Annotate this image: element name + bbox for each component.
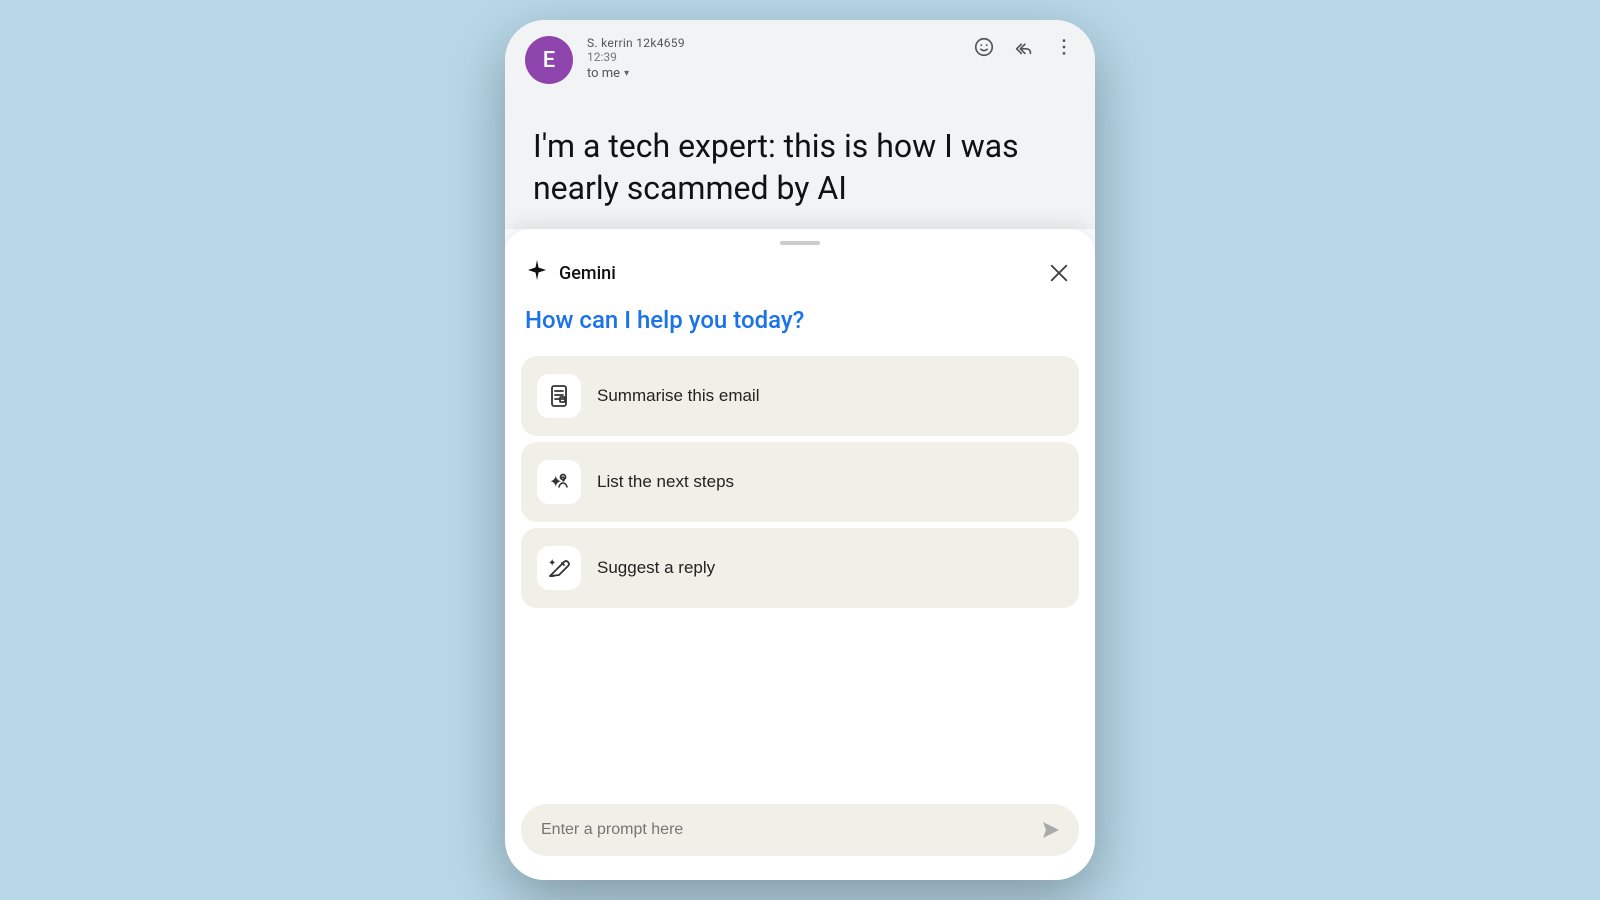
gemini-title-row: Gemini [525,258,616,288]
sender-info: S. kerrin 12k4659 12:39 [587,36,685,64]
pen-icon: ✦ [537,546,581,590]
sender-avatar: E [525,36,573,84]
document-icon [537,374,581,418]
email-title: I'm a tech expert: this is how I was nea… [533,126,1067,209]
phone-frame: E S. kerrin 12k4659 12:39 [505,20,1095,880]
svg-text:✦: ✦ [548,558,556,569]
more-options-button[interactable] [1053,36,1075,64]
email-meta: S. kerrin 12k4659 12:39 [587,36,1075,81]
next-steps-button[interactable]: ✦ List the next steps [521,442,1079,522]
email-time: 12:39 [587,50,685,64]
chevron-down-icon: ▾ [624,68,629,79]
sheet-header: Gemini [505,253,1095,305]
prompt-input[interactable] [541,821,1029,839]
email-content: I'm a tech expert: this is how I was nea… [505,96,1095,229]
emoji-button[interactable] [973,36,995,64]
suggest-reply-button[interactable]: ✦ Suggest a reply [521,528,1079,608]
email-header: E S. kerrin 12k4659 12:39 [505,20,1095,96]
recipient-row: to me ▾ [587,66,1075,81]
reply-all-button[interactable] [1013,36,1035,64]
sender-name: S. kerrin 12k4659 [587,36,685,50]
list-icon: ✦ [537,460,581,504]
send-button[interactable] [1039,818,1063,842]
sheet-handle [505,229,1095,253]
action-list: Summarise this email ✦ List the next ste… [505,356,1095,792]
prompt-area [505,792,1095,864]
gemini-panel: Gemini How can I help you today? [505,229,1095,880]
help-text: How can I help you today? [505,305,1095,356]
drag-handle [780,241,820,245]
email-action-icons [973,36,1075,64]
suggest-reply-label: Suggest a reply [597,558,715,578]
close-button[interactable] [1043,257,1075,289]
prompt-input-row [521,804,1079,856]
next-steps-label: List the next steps [597,472,734,492]
gemini-title-label: Gemini [559,263,616,284]
summarise-button[interactable]: Summarise this email [521,356,1079,436]
summarise-label: Summarise this email [597,386,760,406]
gemini-star-icon [525,258,549,288]
